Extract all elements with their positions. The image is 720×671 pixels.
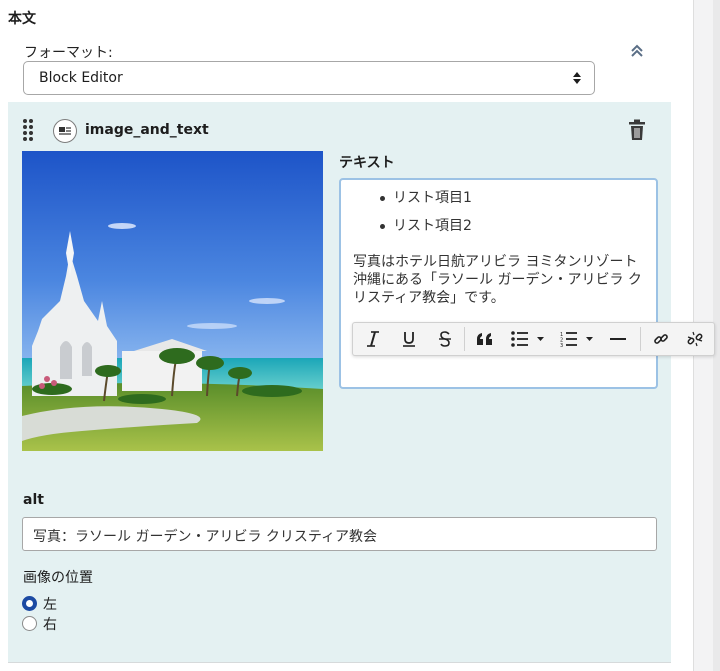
image-and-text-icon: [53, 119, 77, 143]
divider: [8, 662, 671, 663]
list-item: リスト項目2: [355, 216, 472, 244]
trash-icon[interactable]: [628, 119, 646, 141]
svg-text:3: 3: [560, 343, 563, 347]
format-label: フォーマット:: [24, 45, 113, 61]
editor-paragraph: 写真はホテル日航アリビラ ヨミタンリゾート沖縄にある「ラソール ガーデン・アリビ…: [353, 254, 642, 306]
block-name: image_and_text: [85, 122, 209, 138]
rich-text-editor[interactable]: リスト項目1 リスト項目2 写真はホテル日航アリビラ ヨミタンリゾート沖縄にある…: [339, 178, 658, 389]
radio-left[interactable]: [22, 596, 37, 611]
radio-left-label: 左: [43, 597, 57, 613]
select-caret-icon: [572, 71, 582, 85]
radio-right-label: 右: [43, 617, 57, 633]
underline-icon[interactable]: [395, 323, 423, 355]
unlink-icon[interactable]: [681, 323, 709, 355]
chapel-photo: [22, 151, 323, 451]
blockquote-icon[interactable]: [471, 323, 499, 355]
bulleted-list-icon[interactable]: [507, 323, 549, 355]
horizontal-line-icon[interactable]: [603, 323, 633, 355]
bulleted-list: リスト項目1 リスト項目2: [355, 188, 472, 244]
image-position-label: 画像の位置: [23, 570, 93, 586]
text-field-label: テキスト: [339, 155, 395, 171]
format-select-value: Block Editor: [39, 70, 123, 86]
radio-right[interactable]: [22, 616, 37, 631]
section-title: 本文: [8, 11, 36, 27]
alt-input[interactable]: 写真：ラソール ガーデン・アリビラ クリスティア教会: [22, 517, 657, 551]
strikethrough-icon[interactable]: [431, 323, 459, 355]
list-item: リスト項目1: [355, 188, 472, 216]
alt-label: alt: [23, 492, 44, 508]
format-select[interactable]: Block Editor: [23, 61, 595, 95]
collapse-chevron-up-icon[interactable]: [626, 40, 648, 62]
toolbar-separator: [464, 327, 465, 351]
toolbar-separator: [640, 327, 641, 351]
editor-toolbar: 123: [352, 322, 715, 356]
link-icon[interactable]: [647, 323, 675, 355]
numbered-list-icon[interactable]: 123: [555, 323, 599, 355]
italic-icon[interactable]: [359, 323, 387, 355]
drag-handle-icon[interactable]: [22, 118, 34, 142]
